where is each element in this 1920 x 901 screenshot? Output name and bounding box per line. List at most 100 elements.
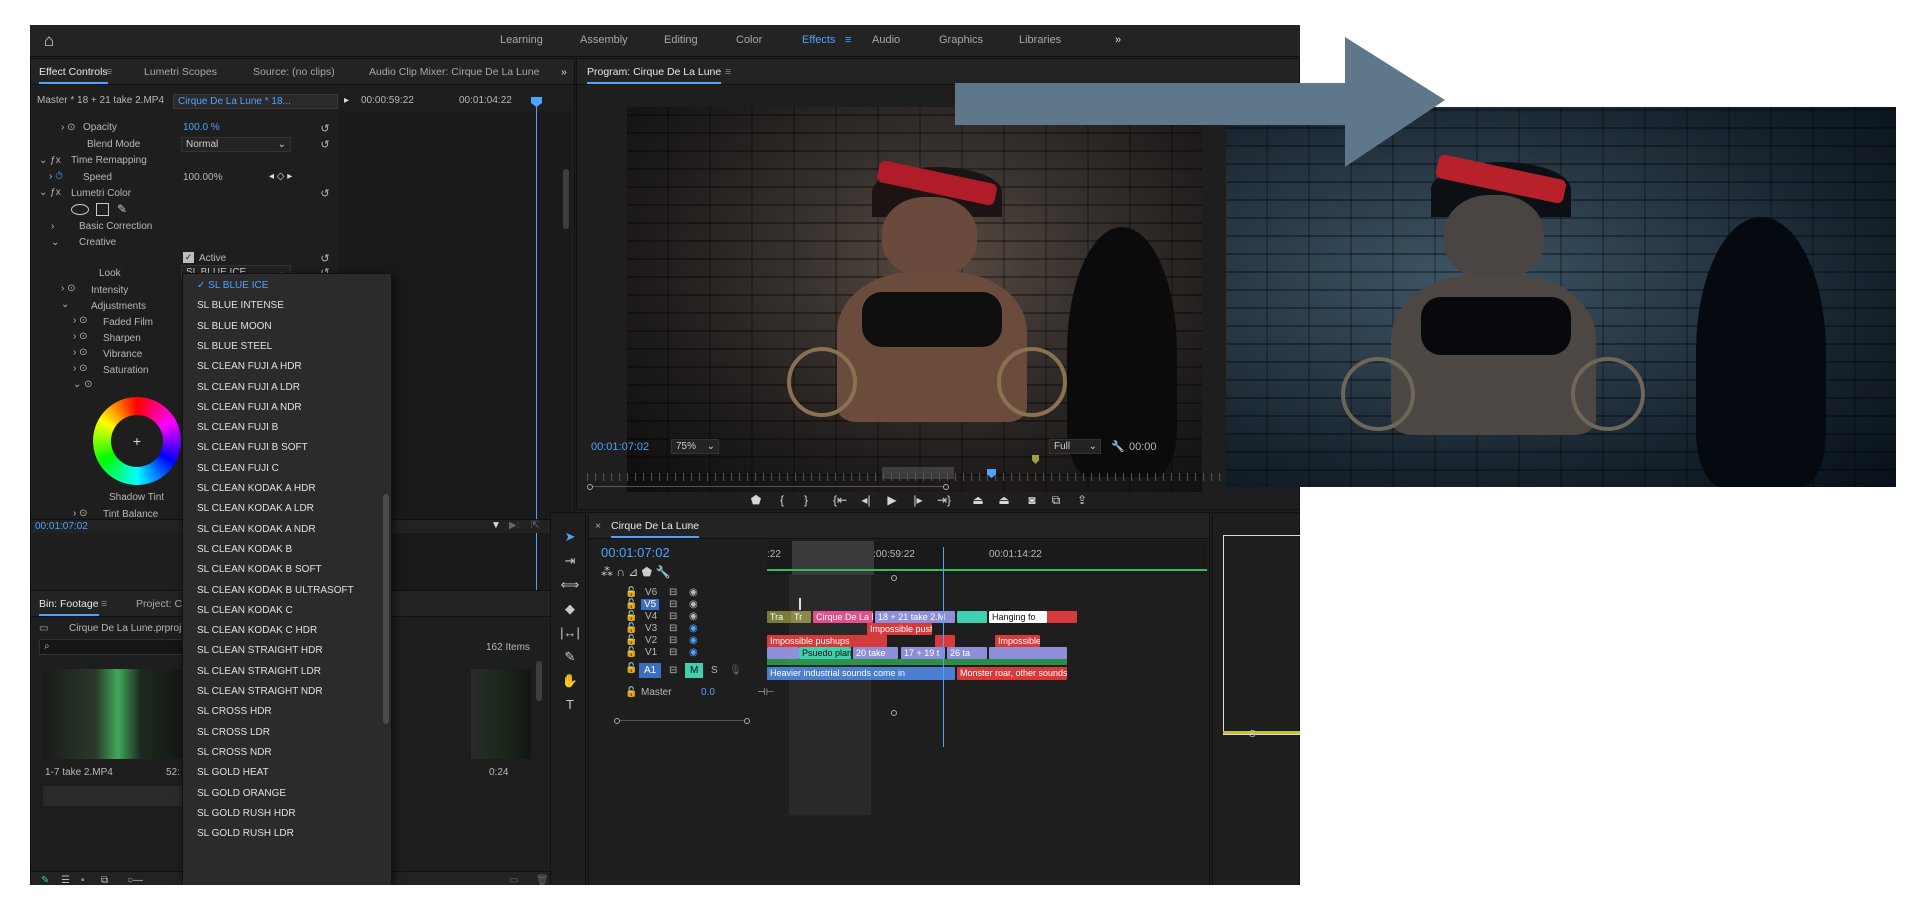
program-title[interactable]: Program: Cirque De La Lune bbox=[587, 66, 722, 84]
look-option[interactable]: SL BLUE STEEL bbox=[183, 337, 383, 357]
type-tool-icon[interactable]: T bbox=[559, 695, 581, 715]
look-option[interactable]: SL BLUE MOON bbox=[183, 317, 383, 337]
list-view-icon[interactable]: ☰ bbox=[61, 875, 70, 885]
clip1-name[interactable]: 1-7 take 2.MP4 bbox=[45, 767, 113, 778]
hand-tool-icon[interactable]: ✋ bbox=[559, 671, 581, 691]
look-option[interactable]: SL CLEAN FUJI A NDR bbox=[183, 398, 383, 418]
speed-value[interactable]: 100.00% bbox=[183, 172, 222, 183]
clip-cirque[interactable]: Cirque De La L bbox=[813, 611, 873, 623]
look-option[interactable]: SL GOLD HEAT bbox=[183, 763, 383, 783]
lock-icon[interactable]: 🔓 bbox=[625, 599, 637, 610]
look-option[interactable]: SL GOLD ORANGE bbox=[183, 784, 383, 804]
zoom-dropdown[interactable]: 75% ⌄ bbox=[671, 439, 719, 454]
step-forward-icon[interactable]: |▸ bbox=[909, 491, 927, 509]
zoom-slider-icon[interactable]: ○— bbox=[127, 875, 143, 885]
opacity-reset-icon[interactable]: ↺ bbox=[319, 123, 331, 135]
clip-pseudo[interactable]: Psuedo plan bbox=[799, 647, 851, 659]
hscroll-handle-right[interactable] bbox=[744, 718, 750, 724]
playhead-handle[interactable] bbox=[531, 97, 542, 107]
lock-icon[interactable]: 🔓 bbox=[625, 663, 637, 674]
sync-icon[interactable]: ⊟ bbox=[669, 611, 677, 622]
solo-left-button[interactable]: S bbox=[1249, 729, 1256, 740]
saturation-chevron-icon[interactable]: › ⊙ bbox=[73, 363, 88, 374]
look-option[interactable]: SL CLEAN KODAK A NDR bbox=[183, 520, 383, 540]
keyframe-scrollbar[interactable] bbox=[563, 169, 569, 229]
timeline-timecode[interactable]: 00:01:07:02 bbox=[601, 545, 670, 560]
eye-icon[interactable]: ◉ bbox=[689, 599, 698, 610]
look-option[interactable]: SL CLEAN FUJI A HDR bbox=[183, 357, 383, 377]
lock-icon[interactable]: 🔓 bbox=[625, 687, 637, 698]
camera-icon[interactable]: ◙ bbox=[1023, 491, 1041, 509]
clip-thumbnail-3[interactable] bbox=[43, 786, 193, 806]
add-marker-icon[interactable]: ⬟ bbox=[747, 491, 765, 509]
vibrance-chevron-icon[interactable]: › ⊙ bbox=[73, 347, 88, 358]
zoom-handle-left[interactable] bbox=[587, 484, 593, 490]
program-timecode[interactable]: 00:01:07:02 bbox=[591, 441, 649, 453]
go-to-out-icon[interactable]: ⇥} bbox=[935, 491, 953, 509]
clip-green[interactable] bbox=[957, 611, 987, 623]
clip-v1-a[interactable] bbox=[767, 647, 799, 659]
new-item-icon[interactable]: ▭ bbox=[509, 875, 518, 885]
sync-icon[interactable]: ⊟ bbox=[669, 599, 677, 610]
zoom-bar[interactable] bbox=[587, 484, 1292, 490]
trash-icon[interactable]: 🗑 bbox=[536, 875, 549, 885]
eye-hidden-icon[interactable]: ◉ bbox=[689, 623, 698, 634]
step-back-icon[interactable]: ◂| bbox=[857, 491, 875, 509]
tab-audio-clip-mixer[interactable]: Audio Clip Mixer: Cirque De La Lune bbox=[369, 66, 539, 78]
workspace-color[interactable]: Color bbox=[736, 34, 762, 46]
look-option[interactable]: SL CLEAN KODAK C bbox=[183, 601, 383, 621]
faded-chevron-icon[interactable]: › ⊙ bbox=[73, 315, 88, 326]
look-option[interactable]: SL GOLD RUSH LDR bbox=[183, 824, 383, 844]
look-options-dropdown[interactable]: ✓ SL BLUE ICE SL BLUE INTENSE SL BLUE MOON… bbox=[182, 273, 392, 885]
sync-icon[interactable]: ⊟ bbox=[669, 635, 677, 646]
clip-impossible-pushups[interactable]: Impossible pushups bbox=[767, 635, 887, 647]
tab-effect-controls[interactable]: Effect Controls bbox=[39, 66, 108, 84]
play-only-audio-icon[interactable]: ▶: bbox=[509, 520, 519, 531]
lock-icon[interactable]: 🔓 bbox=[625, 623, 637, 634]
clip-impossible-push[interactable]: Impossible push bbox=[867, 623, 932, 635]
look-option[interactable]: SL CROSS HDR bbox=[183, 702, 383, 722]
look-option[interactable]: SL CROSS NDR bbox=[183, 743, 383, 763]
look-option[interactable]: SL BLUE INTENSE bbox=[183, 296, 383, 316]
master-value[interactable]: 0.0 bbox=[701, 687, 715, 698]
look-option[interactable]: SL CLEAN KODAK A HDR bbox=[183, 479, 383, 499]
timeline-vscroll[interactable] bbox=[891, 575, 899, 875]
pencil-icon[interactable]: ✎ bbox=[41, 875, 49, 885]
mute-button[interactable]: M bbox=[685, 663, 704, 678]
resolution-dropdown[interactable]: Full ⌄ bbox=[1049, 439, 1101, 454]
intensity-chevron-icon[interactable]: › ⊙ bbox=[61, 283, 76, 294]
look-option[interactable]: SL CROSS LDR bbox=[183, 723, 383, 743]
tab-bin-footage[interactable]: Bin: Footage bbox=[39, 598, 99, 616]
mark-out-icon[interactable]: } bbox=[797, 491, 815, 509]
shadow-tint-wheel[interactable]: + bbox=[93, 397, 181, 485]
tint-chevron-icon[interactable]: ⌄ ⊙ bbox=[73, 379, 93, 390]
eye-hidden-icon[interactable]: ◉ bbox=[689, 647, 698, 658]
sequence-clip-selector[interactable]: Cirque De La Lune * 18... bbox=[173, 94, 338, 109]
clip-area[interactable]: Tra Tr Cirque De La L 18 + 21 take 2.M H… bbox=[767, 547, 1207, 747]
creative-chevron-icon[interactable]: ⌄ bbox=[51, 237, 59, 248]
extract-icon[interactable]: ⏏ bbox=[995, 491, 1013, 509]
lumetri-reset-icon[interactable]: ↺ bbox=[319, 188, 331, 200]
clip-impossible[interactable]: Impossible bbox=[995, 635, 1040, 647]
clip-audio-monster[interactable]: Monster roar, other sounds bbox=[957, 667, 1067, 680]
workspace-editing[interactable]: Editing bbox=[664, 34, 698, 46]
vscroll-handle-top[interactable] bbox=[891, 575, 897, 581]
hscroll-handle-left[interactable] bbox=[614, 718, 620, 724]
clip-thumbnail-1[interactable] bbox=[43, 669, 193, 759]
clip-26[interactable]: 26 ta bbox=[947, 647, 987, 659]
sharpen-chevron-icon[interactable]: › ⊙ bbox=[73, 331, 88, 342]
clip-17-19[interactable]: 17 + 19 t bbox=[901, 647, 945, 659]
look-option[interactable]: SL CLEAN KODAK C HDR bbox=[183, 621, 383, 641]
workspace-effects[interactable]: Effects bbox=[802, 34, 835, 46]
opacity-chevron-icon[interactable]: › ⊙ bbox=[61, 122, 76, 133]
look-option[interactable]: SL CLEAN KODAK A LDR bbox=[183, 499, 383, 519]
play-clip-icon[interactable]: ▸ bbox=[344, 95, 349, 106]
time-remap-chevron-icon[interactable]: ⌄ ƒx bbox=[39, 155, 61, 166]
comparison-view-icon[interactable]: ⧉ bbox=[1047, 491, 1065, 509]
sync-icon[interactable]: ⊟ bbox=[669, 665, 677, 676]
solo-button[interactable]: S bbox=[711, 665, 718, 676]
bin-scrollbar[interactable] bbox=[536, 661, 542, 701]
workspace-learning[interactable]: Learning bbox=[500, 34, 543, 46]
panel-overflow-icon[interactable]: » bbox=[561, 66, 567, 78]
workspace-assembly[interactable]: Assembly bbox=[580, 34, 628, 46]
